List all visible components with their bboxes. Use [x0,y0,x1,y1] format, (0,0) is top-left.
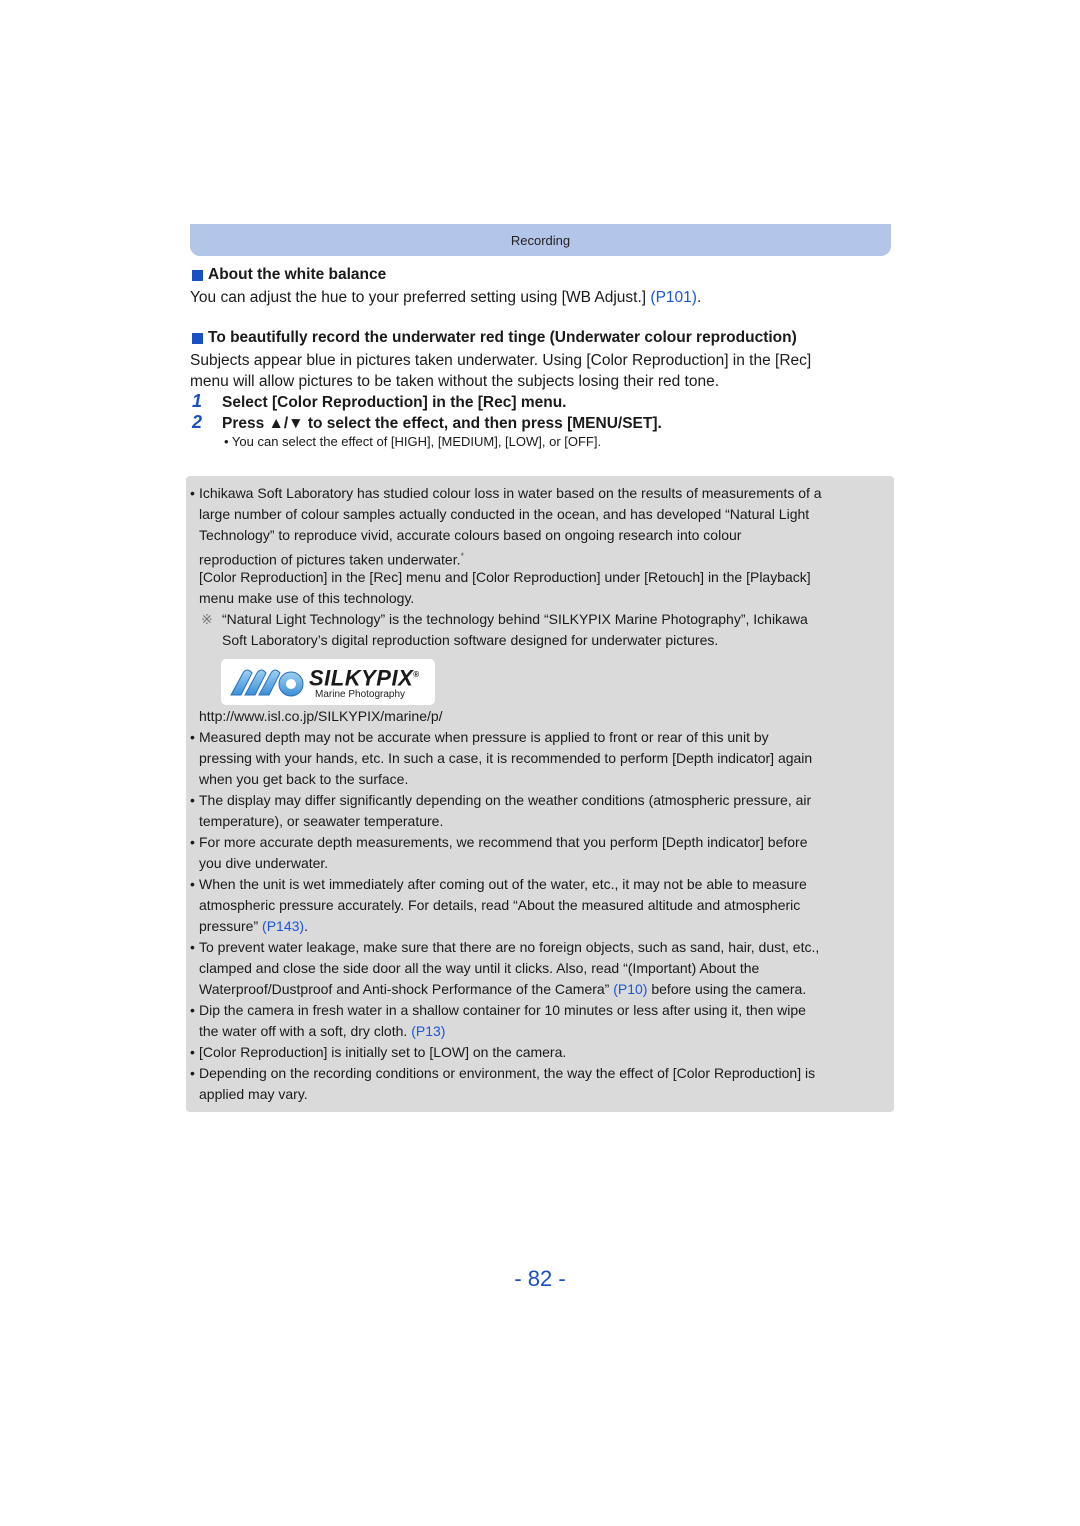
step-number: 2 [192,412,203,432]
logo-subtitle: Marine Photography [315,689,406,701]
note-line: large number of colour samples actually … [199,506,810,522]
page-link-p143[interactable]: (P143) [262,918,304,934]
logo-brand-text: SILKYPIX® [309,664,420,689]
note-line: applied may vary. [199,1086,308,1102]
note-line: the water off with a soft, dry cloth. (P… [199,1021,445,1042]
heading-text: About the white balance [208,266,387,283]
note-line: Technology” to reproduce vivid, accurate… [199,527,742,543]
white-balance-heading: About the white balance [192,266,386,284]
bullet-icon: • [190,1002,195,1018]
note-line: atmospheric pressure accurately. For det… [199,897,801,913]
registered-mark: ® [413,669,420,679]
note-line: Ichikawa Soft Laboratory has studied col… [199,485,822,501]
note-line: For more accurate depth measurements, we… [199,834,808,850]
note-line: pressure” (P143). [199,916,308,937]
note-line: Waterproof/Dustproof and Anti-shock Perf… [199,979,806,1000]
paragraph-text: You can adjust the hue to your preferred… [190,289,651,306]
square-bullet-icon [192,269,203,281]
note-line: when you get back to the surface. [199,771,409,787]
note-line: To prevent water leakage, make sure that… [199,939,820,955]
note-line: When the unit is wet immediately after c… [199,876,807,892]
note-text: before using the camera. [647,981,807,997]
bullet-icon: • [190,729,195,745]
bullet-icon: • [190,834,195,850]
footnote-asterisk: * [460,551,465,561]
footnote-line: Soft Laboratory’s digital reproduction s… [222,632,719,648]
step-1: 1 Select [Color Reproduction] in the [Re… [192,391,566,412]
section-header: Recording [190,224,891,256]
step-text: Press ▲/▼ to select the effect, and then… [222,415,662,432]
bullet-icon: • [190,485,195,501]
square-bullet-icon [192,332,203,344]
note-text: Waterproof/Dustproof and Anti-shock Perf… [199,981,614,997]
effect-options-note: • You can select the effect of [HIGH], [… [224,434,602,449]
bullet-icon: • [190,1065,195,1081]
underwater-line: menu will allow pictures to be taken wit… [190,373,720,390]
silkypix-logo-mark-icon [230,669,304,697]
page-number: - 82 - [514,1266,566,1291]
note-line: clamped and close the side door all the … [199,960,760,976]
page-link-p13[interactable]: (P13) [411,1023,445,1039]
note-line: Depending on the recording conditions or… [199,1065,816,1081]
bullet-icon: • [190,939,195,955]
note-line: temperature), or seawater temperature. [199,813,444,829]
note-line: pressing with your hands, etc. In such a… [199,750,813,766]
note-line: menu make use of this technology. [199,590,415,606]
step-text: Select [Color Reproduction] in the [Rec]… [222,394,567,411]
step-2: 2 Press ▲/▼ to select the effect, and th… [192,412,662,433]
bullet-icon: • [190,1044,195,1060]
punctuation: . [696,289,702,306]
note-line: [Color Reproduction] in the [Rec] menu a… [199,569,811,585]
white-balance-text: You can adjust the hue to your preferred… [190,287,701,308]
bullet-icon: • [190,876,195,892]
section-title: Recording [510,232,571,248]
footnote-line: “Natural Light Technology” is the techno… [222,611,808,627]
bullet-icon: • [190,792,195,808]
silkypix-url[interactable]: http://www.isl.co.jp/SILKYPIX/marine/p/ [199,706,443,727]
note-line: you dive underwater. [199,855,329,871]
brand-name: SILKYPIX [309,665,414,691]
page-link-p101[interactable]: (P101) [650,289,697,306]
note-line: The display may differ significantly dep… [199,792,812,808]
note-text: the water off with a soft, dry cloth. [199,1023,412,1039]
page-link-p10[interactable]: (P10) [613,981,647,997]
note-line: Dip the camera in fresh water in a shall… [199,1002,806,1018]
note-text: reproduction of pictures taken underwate… [199,551,461,568]
note-text: pressure” [199,918,263,934]
underwater-line: Subjects appear blue in pictures taken u… [190,352,812,369]
step-number: 1 [192,391,203,411]
underwater-heading: To beautifully record the underwater red… [192,329,797,347]
footnote-mark-icon: ※ [201,611,213,627]
silkypix-logo: SILKYPIX® Marine Photography [221,659,435,705]
note-line: Measured depth may not be accurate when … [199,729,769,745]
heading-text: To beautifully record the underwater red… [208,329,797,346]
note-line: [Color Reproduction] is initially set to… [199,1044,567,1060]
punctuation: . [304,918,308,934]
